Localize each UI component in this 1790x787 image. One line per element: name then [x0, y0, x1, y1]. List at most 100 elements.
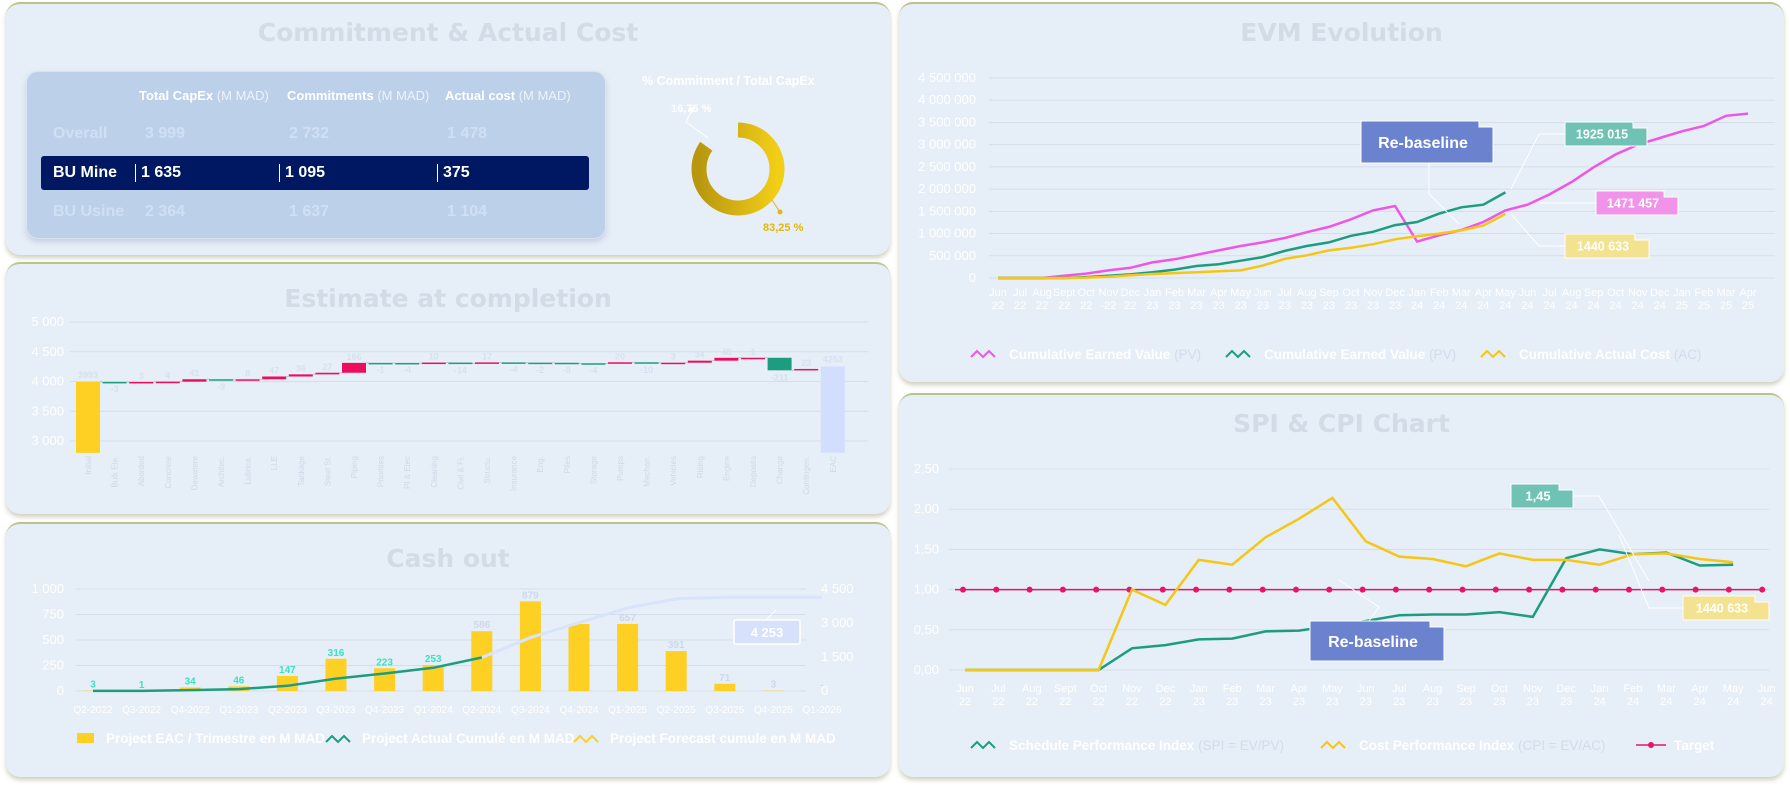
- left-tick-label: 250: [42, 658, 64, 673]
- x-tick-label: Concrete: [164, 455, 173, 488]
- x-tick-label: Q1-2024: [414, 705, 453, 716]
- cash-bar: [471, 631, 493, 691]
- eac-waterfall-chart: 5 000 4 500 4 000 3 500 3 000 3993 Initial -3 Bu…: [31, 314, 868, 495]
- target-marker: [960, 586, 966, 593]
- x-month-label: Nov: [1099, 287, 1119, 299]
- x-tick-label: Storage: [589, 455, 598, 484]
- x-tick-label: Q2-2022: [74, 705, 113, 716]
- x-tick-label: Q3-2022: [122, 705, 161, 716]
- y-tick-label: 2 500 000: [918, 159, 976, 174]
- x-year-label: 24: [1760, 696, 1772, 708]
- cash-bar: [617, 623, 639, 691]
- legend-forecast-icon: [573, 734, 599, 744]
- x-tick-label: PI & Elec: [403, 456, 412, 489]
- x-tick-label: Engine: [722, 455, 731, 480]
- x-year-label: 23: [1367, 300, 1379, 312]
- x-tick-label: Pumps: [616, 456, 625, 481]
- x-month-label: Mar: [1657, 683, 1676, 695]
- x-month-label: Sep: [1319, 287, 1339, 299]
- x-tick-label: Insurance: [510, 455, 519, 491]
- x-month-label: Mar: [1717, 287, 1736, 299]
- waterfall-bar: [129, 381, 154, 384]
- y-tick-label: 2 000 000: [918, 181, 976, 196]
- data-label: 20: [615, 351, 625, 361]
- rebaseline-callout: Re-baseline: [1328, 634, 1418, 651]
- x-tick-label: Vehicles: [669, 456, 678, 486]
- y-tick-label: 1 500 000: [918, 203, 976, 218]
- x-month-label: Jun: [1758, 683, 1776, 695]
- x-month-label: Feb: [1165, 287, 1184, 299]
- target-marker: [1293, 586, 1299, 593]
- donut-chart: 16,75 % 83,25 %: [671, 103, 804, 234]
- data-label: -10: [640, 365, 653, 375]
- y-tick-label: 4 500 000: [918, 70, 976, 85]
- spi-callout: 1,45: [1525, 489, 1550, 504]
- x-year-label: 22: [959, 696, 971, 708]
- x-year-label: -22: [1100, 300, 1116, 312]
- x-month-label: Aug: [1297, 287, 1317, 299]
- legend-icon-0: [970, 349, 996, 359]
- x-tick-label: Mechan.: [643, 456, 652, 487]
- x-year-label: 24: [1593, 696, 1605, 708]
- series-line-2: [998, 212, 1506, 280]
- x-tick-label: Structu.: [483, 456, 492, 484]
- y-tick-label: 3 000: [31, 433, 64, 448]
- y-tick-label: 2,50: [914, 461, 939, 476]
- x-year-label: 25: [1698, 300, 1710, 312]
- legend-bar-label: Project EAC / Trimestre en M MAD: [106, 731, 325, 746]
- x-year-label: 23: [1226, 696, 1238, 708]
- x-tick-label: Architec.: [217, 456, 226, 487]
- x-month-label: Oct: [1342, 287, 1359, 299]
- x-month-label: Aug: [1562, 287, 1582, 299]
- x-month-label: May: [1723, 683, 1744, 695]
- cpi-callout: 1440 633: [1696, 602, 1748, 616]
- x-tick-label: Eng.: [536, 456, 545, 472]
- y-tick-label: 1,50: [914, 541, 939, 556]
- x-year-label: 23: [1323, 300, 1335, 312]
- target-marker: [1026, 586, 1033, 593]
- spi-cpi-line-chart: 2,502,001,501,000,500,00Jun22Jul22Aug22S…: [914, 461, 1776, 753]
- x-month-label: Feb: [1223, 683, 1242, 695]
- x-tick-label: Q3-2025: [705, 705, 744, 716]
- cash-bar: [665, 651, 687, 691]
- bar-label: 223: [376, 657, 393, 668]
- x-year-label: 24: [1587, 300, 1599, 312]
- target-marker: [1725, 586, 1732, 593]
- x-month-label: Nov: [1122, 683, 1142, 695]
- x-year-label: 24: [1610, 300, 1622, 312]
- legend-label-0: Schedule Performance Index (SPI = EV/PV): [1009, 738, 1284, 753]
- legend-label-0: Cumulative Earned Value (PV): [1009, 347, 1201, 362]
- data-label: -4: [403, 365, 411, 375]
- x-year-label: 23: [1389, 300, 1401, 312]
- x-year-label: 22: [1058, 300, 1070, 312]
- legend-label-2: Cumulative Actual Cost (AC): [1519, 347, 1702, 362]
- x-year-label: 22: [1026, 696, 1038, 708]
- x-year-label: 22: [992, 300, 1004, 312]
- x-month-label: Apr: [1691, 683, 1708, 695]
- legend-actual-label: Project Actual Cumulé en M MAD: [362, 731, 575, 746]
- x-year-label: 25: [1720, 300, 1732, 312]
- left-tick-label: 750: [42, 607, 64, 622]
- x-tick-label: Dewatere: [190, 455, 199, 490]
- x-year-label: 24: [1654, 300, 1666, 312]
- x-tick-label: Q4-2022: [171, 705, 210, 716]
- evm-line-chart: 4 500 000 4 000 000 3 500 000 3 000 000 2 50…: [918, 70, 1775, 362]
- data-label: 3993: [78, 370, 98, 380]
- waterfall-bar: [209, 379, 233, 381]
- x-tick-label: Q2-2023: [268, 705, 307, 716]
- x-tick-label: Contingen.: [802, 456, 811, 495]
- x-month-label: Aug: [1022, 683, 1042, 695]
- legend-icon-1: [1225, 349, 1251, 359]
- legend-forecast-label: Project Forecast cumule en M MAD: [610, 731, 836, 746]
- x-year-label: 23: [1493, 696, 1505, 708]
- waterfall-bar: [634, 362, 659, 364]
- ac-callout: 1440 633: [1577, 240, 1629, 254]
- target-marker: [1659, 586, 1666, 593]
- x-tick-label: Tankage: [297, 455, 306, 486]
- x-month-label: Oct: [1491, 683, 1508, 695]
- legend-label-2: Target: [1674, 738, 1715, 753]
- left-tick-label: 0: [57, 683, 64, 698]
- x-month-label: Jun: [989, 287, 1007, 299]
- target-marker: [1226, 586, 1233, 593]
- rebaseline-callout: Re-baseline: [1378, 135, 1468, 152]
